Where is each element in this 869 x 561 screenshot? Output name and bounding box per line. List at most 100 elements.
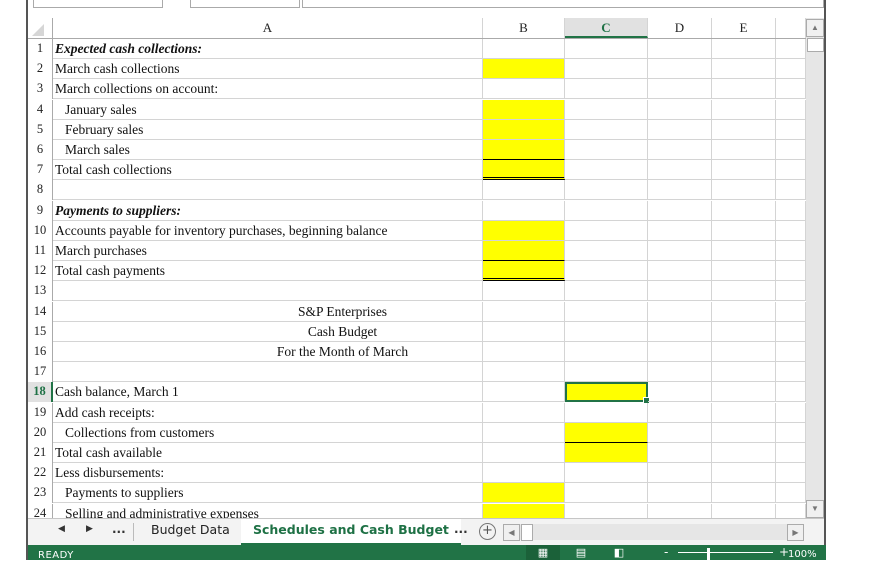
scroll-right-icon[interactable]: ▶ [787,524,804,541]
input-cell-b[interactable] [483,220,565,241]
cell-c[interactable] [565,362,648,383]
cell-a[interactable]: Total cash payments [53,261,483,282]
cell-a[interactable]: Expected cash collections: [53,39,483,59]
cell-a[interactable]: March sales [53,140,483,160]
cell-e[interactable] [712,503,776,518]
cell-c[interactable] [565,402,648,423]
prev-sheet-icon[interactable]: ◀ [58,524,65,534]
cell-d[interactable] [648,443,712,463]
cell-c[interactable] [565,59,648,80]
cell-a[interactable]: March cash collections [53,59,483,80]
cell-c[interactable] [565,119,648,140]
cell-f[interactable] [776,463,806,484]
column-header-f[interactable] [776,18,806,38]
cell-c[interactable] [565,220,648,241]
cell-e[interactable] [712,422,776,443]
cell-f[interactable] [776,79,806,100]
cell-d[interactable] [648,119,712,140]
row-header[interactable]: 9 [28,200,53,221]
cell-c[interactable] [565,140,648,160]
cell-e[interactable] [712,59,776,80]
cell-e[interactable] [712,301,776,322]
cell-a[interactable]: Less disbursements: [53,463,483,484]
column-header-c[interactable]: C [565,18,648,38]
cell-d[interactable] [648,99,712,120]
cell-c[interactable] [565,241,648,261]
next-sheet-icon[interactable]: ▶ [86,524,93,534]
cell-b[interactable] [483,321,565,342]
cell-d[interactable] [648,160,712,181]
cell-e[interactable] [712,382,776,403]
cell-d[interactable] [648,422,712,443]
input-cell-c[interactable] [565,443,648,463]
cell-a[interactable] [53,180,483,201]
cell-b[interactable] [483,463,565,484]
cell-f[interactable] [776,160,806,181]
cell-f[interactable] [776,483,806,504]
cell-e[interactable] [712,443,776,463]
cell-a[interactable]: Payments to suppliers: [53,200,483,221]
input-cell-c[interactable] [565,422,648,443]
input-cell-b[interactable] [483,140,565,160]
tab-budget-data[interactable]: Budget Data [139,519,242,543]
cell-e[interactable] [712,140,776,160]
row-header[interactable]: 6 [28,140,53,160]
cell-d[interactable] [648,140,712,160]
cell-a[interactable]: Cash balance, March 1 [53,382,483,403]
row-header[interactable]: 7 [28,160,53,181]
cell-a[interactable]: S&P Enterprises [53,301,483,322]
input-cell-b[interactable] [483,160,565,181]
cell-c[interactable] [565,503,648,518]
cell-c[interactable] [565,483,648,504]
cell-e[interactable] [712,463,776,484]
cell-c[interactable] [565,463,648,484]
row-header[interactable]: 11 [28,241,53,261]
cell-d[interactable] [648,261,712,282]
row-header[interactable]: 24 [28,503,53,518]
scroll-up-icon[interactable]: ▲ [806,19,824,37]
cell-d[interactable] [648,382,712,403]
cell-e[interactable] [712,119,776,140]
cell-f[interactable] [776,281,806,302]
cell-c[interactable] [565,200,648,221]
cell-e[interactable] [712,99,776,120]
cell-f[interactable] [776,180,806,201]
row-header[interactable]: 19 [28,402,53,423]
row-header[interactable]: 23 [28,483,53,504]
row-header[interactable]: 10 [28,220,53,241]
cell-d[interactable] [648,483,712,504]
column-header-a[interactable]: A [53,18,483,38]
cell-a[interactable]: Add cash receipts: [53,402,483,423]
cell-f[interactable] [776,443,806,463]
cell-f[interactable] [776,301,806,322]
cell-f[interactable] [776,503,806,518]
cell-e[interactable] [712,241,776,261]
column-header-e[interactable]: E [712,18,776,38]
cell-a[interactable]: Payments to suppliers [53,483,483,504]
cell-c[interactable] [565,342,648,362]
cell-d[interactable] [648,463,712,484]
input-cell-b[interactable] [483,503,565,518]
cell-b[interactable] [483,281,565,302]
row-header[interactable]: 5 [28,119,53,140]
input-cell-b[interactable] [483,261,565,282]
cell-a[interactable]: January sales [53,99,483,120]
cell-c[interactable] [565,261,648,282]
row-header[interactable]: 22 [28,463,53,484]
vertical-scroll-thumb[interactable] [807,38,824,52]
page-break-view-icon[interactable]: ◧ [602,545,636,560]
cell-f[interactable] [776,261,806,282]
cell-d[interactable] [648,200,712,221]
cell-c[interactable] [565,99,648,120]
cell-f[interactable] [776,200,806,221]
cell-d[interactable] [648,301,712,322]
row-header[interactable]: 21 [28,443,53,463]
cell-d[interactable] [648,321,712,342]
cell-b[interactable] [483,362,565,383]
cell-d[interactable] [648,180,712,201]
cell-d[interactable] [648,79,712,100]
row-header[interactable]: 17 [28,362,53,383]
normal-view-icon[interactable]: ▦ [526,545,560,560]
cell-b[interactable] [483,79,565,100]
cell-a[interactable]: Accounts payable for inventory purchases… [53,220,483,241]
